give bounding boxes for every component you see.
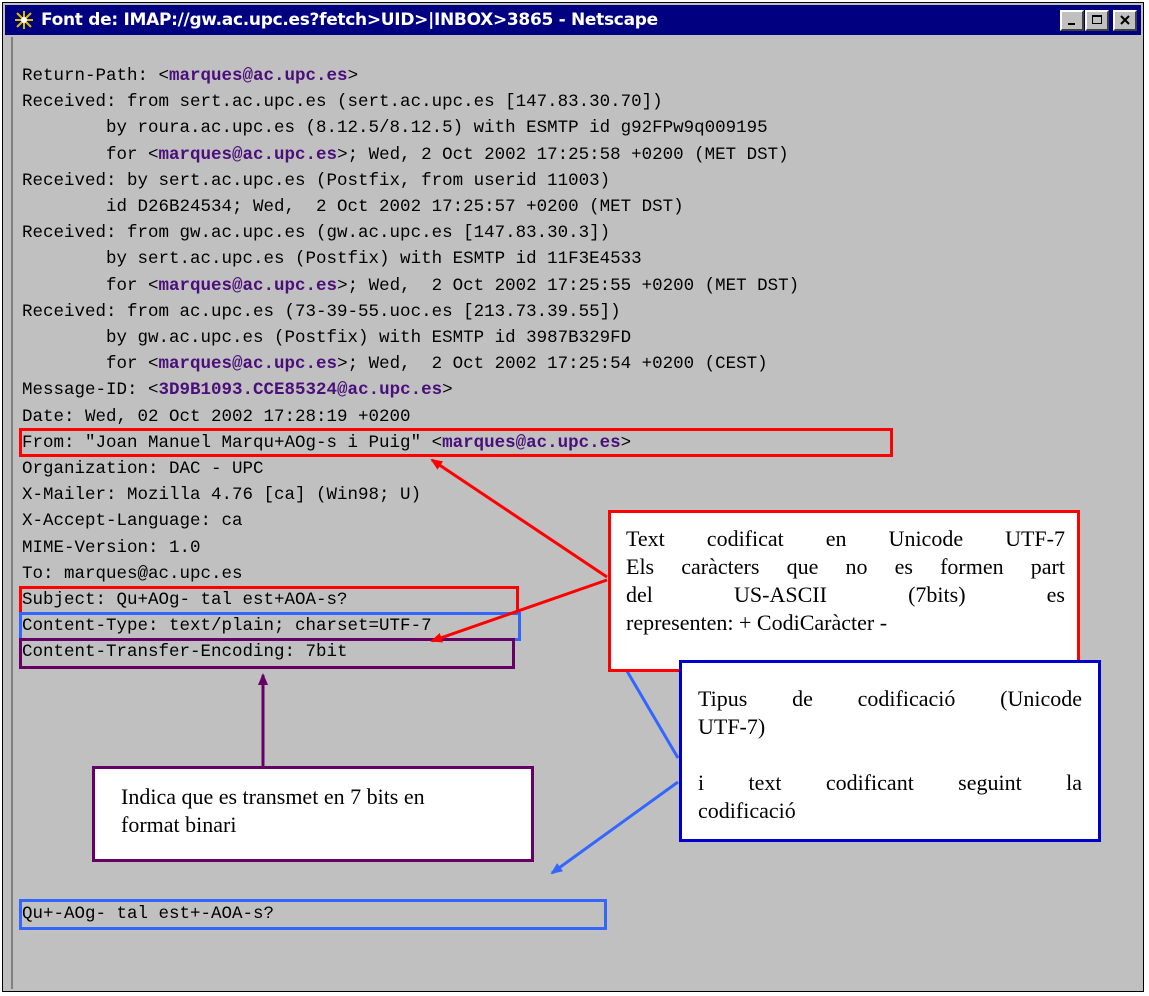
subject-highlight-box — [19, 586, 519, 615]
header-received-4-for: for <marques@ac.upc.es>; Wed, 2 Oct 2002… — [22, 354, 768, 374]
header-received-4-by: by gw.ac.upc.es (Postfix) with ESMTP id … — [22, 328, 632, 348]
body-highlight-box — [19, 899, 607, 930]
window-title: Font de: IMAP://gw.ac.upc.es?fetch>UID>|… — [41, 10, 658, 30]
header-received-1-for: for <marques@ac.upc.es>; Wed, 2 Oct 2002… — [22, 145, 789, 165]
header-mime-version: MIME-Version: 1.0 — [22, 538, 201, 558]
message-id-value: 3D9B1093.CCE85324@ac.upc.es — [158, 380, 443, 400]
header-message-id: Message-ID: <3D9B1093.CCE85324@ac.upc.es… — [22, 380, 453, 400]
email-address: marques@ac.upc.es — [158, 276, 338, 296]
header-x-accept-language: X-Accept-Language: ca — [22, 511, 243, 531]
header-received-3-for: for <marques@ac.upc.es>; Wed, 2 Oct 2002… — [22, 276, 800, 296]
minimize-icon — [1068, 23, 1075, 25]
email-address: marques@ac.upc.es — [158, 145, 338, 165]
header-received-2: Received: by sert.ac.upc.es (Postfix, fr… — [22, 171, 611, 191]
header-to: To: marques@ac.upc.es — [22, 564, 243, 584]
maximize-icon — [1092, 15, 1102, 24]
email-address: marques@ac.upc.es — [158, 354, 338, 374]
content-type-highlight-box — [19, 612, 521, 641]
header-return-path: Return-Path: <marques@ac.upc.es> — [22, 66, 359, 86]
close-button[interactable] — [1113, 9, 1137, 31]
seven-bit-callout: Indica que es transmet en 7 bits en form… — [92, 766, 534, 862]
encoding-type-callout: Tipus de codificació (Unicode UTF-7) i t… — [679, 660, 1101, 842]
header-received-1: Received: from sert.ac.upc.es (sert.ac.u… — [22, 92, 663, 112]
transfer-encoding-highlight-box — [19, 638, 515, 669]
minimize-button[interactable] — [1060, 9, 1084, 31]
header-received-2-id: id D26B24534; Wed, 2 Oct 2002 17:25:57 +… — [22, 197, 684, 217]
header-received-1-by: by roura.ac.upc.es (8.12.5/8.12.5) with … — [22, 118, 768, 138]
header-x-mailer: X-Mailer: Mozilla 4.76 [ca] (Win98; U) — [22, 485, 422, 505]
netscape-app-icon — [13, 9, 35, 31]
title-bar[interactable]: Font de: IMAP://gw.ac.upc.es?fetch>UID>|… — [5, 5, 1141, 35]
header-received-4: Received: from ac.upc.es (73-39-55.uoc.e… — [22, 302, 621, 322]
header-organization: Organization: DAC - UPC — [22, 459, 264, 479]
from-highlight-box — [19, 428, 893, 457]
email-address: marques@ac.upc.es — [169, 66, 348, 86]
header-received-3: Received: from gw.ac.upc.es (gw.ac.upc.e… — [22, 223, 611, 243]
maximize-button[interactable] — [1085, 9, 1109, 31]
header-date: Date: Wed, 02 Oct 2002 17:28:19 +0200 — [22, 407, 411, 427]
header-received-3-by: by sert.ac.upc.es (Postfix) with ESMTP i… — [22, 249, 642, 269]
close-icon — [1120, 15, 1130, 25]
utf7-callout: Text codificat en Unicode UTF-7 Els carà… — [608, 510, 1080, 672]
